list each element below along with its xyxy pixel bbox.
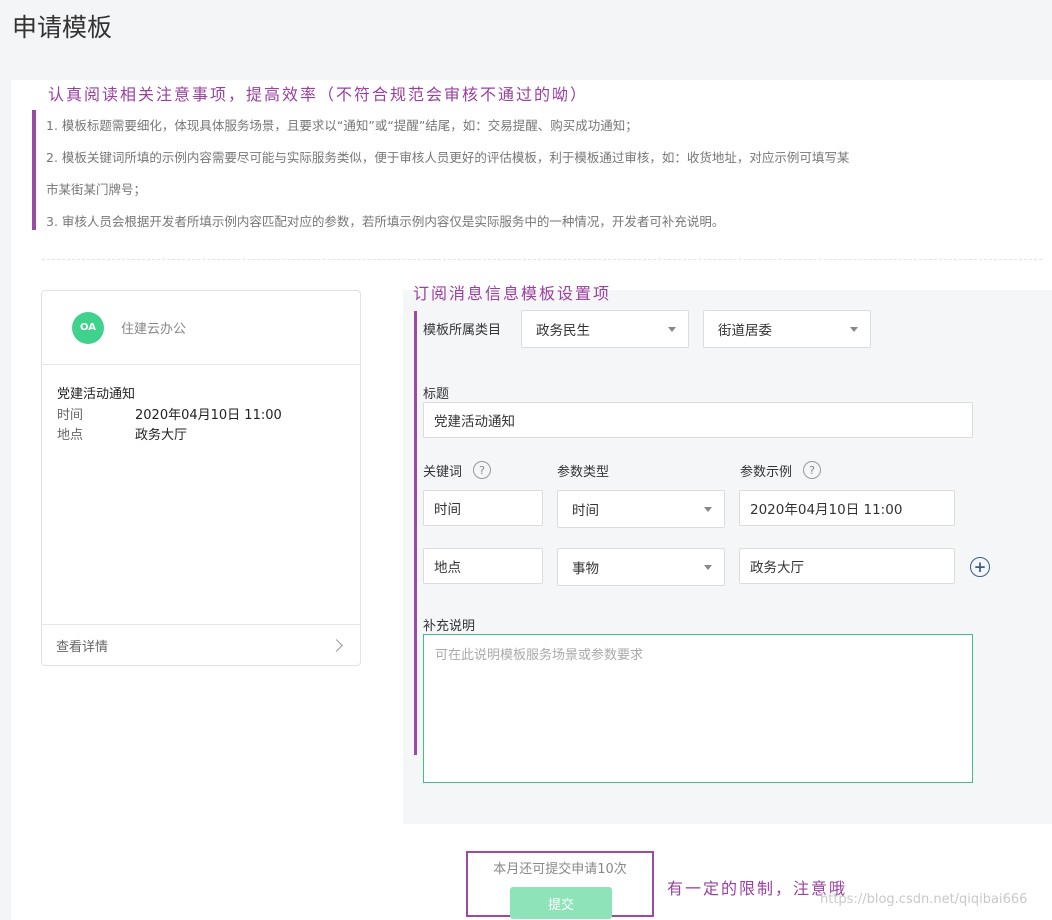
template-preview-card: OA 住建云办公 党建活动通知 时间 2020年04月10日 11:00 地点 … (41, 290, 361, 666)
param-type-select[interactable]: 时间 (557, 490, 725, 528)
supplement-textarea[interactable]: 可在此说明模板服务场景或参数要求 (423, 634, 973, 783)
keyword-help-icon[interactable]: ? (473, 461, 491, 479)
param-type-value: 时间 (572, 503, 599, 519)
submit-button[interactable]: 提交 (510, 887, 612, 919)
param-example-value: 2020年04月10日 11:00 (750, 502, 903, 518)
param-type-label: 参数类型 (557, 465, 610, 480)
chevron-right-icon (330, 638, 343, 652)
preview-row: 时间 2020年04月10日 11:00 (57, 406, 345, 426)
annotation-middle: 订阅消息信息模板设置项 (413, 284, 612, 303)
view-details-link[interactable]: 查看详情 (42, 624, 360, 665)
keyword-input-value: 地点 (434, 560, 461, 576)
param-example-value: 政务大厅 (750, 560, 804, 576)
preview-row-key: 时间 (57, 408, 84, 423)
title-input-value: 党建活动通知 (434, 414, 515, 430)
category-primary-select[interactable]: 政务民生 (521, 310, 689, 348)
keyword-input-value: 时间 (434, 502, 461, 518)
param-example-help-icon[interactable]: ? (803, 461, 821, 479)
preview-row: 地点 政务大厅 (57, 426, 345, 446)
title-input[interactable]: 党建活动通知 (423, 402, 973, 438)
keyword-input[interactable]: 地点 (423, 548, 543, 584)
note-item: 3. 审核人员会根据开发者所填示例内容匹配对应的参数，若所填示例内容仅是实际服务… (46, 214, 725, 229)
param-example-input[interactable]: 2020年04月10日 11:00 (739, 490, 955, 526)
caret-down-icon (704, 565, 712, 570)
preview-app-name: 住建云办公 (121, 322, 187, 337)
submit-area: 本月还可提交申请10次 提交 (466, 851, 654, 919)
caret-down-icon (850, 327, 858, 332)
note-item: 1. 模板标题需要细化，体现具体服务场景，且要求以“通知”或“提醒”结尾，如：交… (46, 118, 638, 133)
param-type-value: 事物 (572, 561, 599, 577)
view-details-label: 查看详情 (56, 639, 109, 655)
category-secondary-select[interactable]: 街道居委 (703, 310, 871, 348)
preview-row-key: 地点 (57, 428, 84, 443)
submit-quota: 本月还可提交申请10次 (493, 862, 627, 877)
caret-down-icon (704, 507, 712, 512)
caret-down-icon (668, 327, 676, 332)
note-item: 2. 模板关键词所填的示例内容需要尽可能与实际服务类似，便于审核人员更好的评估模… (46, 150, 850, 165)
app-avatar: OA (72, 311, 104, 344)
category-primary-value: 政务民生 (536, 323, 590, 339)
param-example-label: 参数示例 (740, 465, 793, 480)
page-title: 申请模板 (12, 13, 113, 42)
keyword-input[interactable]: 时间 (423, 490, 543, 526)
preview-row-value: 政务大厅 (135, 428, 188, 443)
add-keyword-icon[interactable]: + (970, 557, 990, 577)
category-secondary-value: 街道居委 (718, 323, 772, 339)
note-item: 市某街某门牌号； (46, 182, 147, 197)
divider (42, 259, 1042, 260)
notes-list: 1. 模板标题需要细化，体现具体服务场景，且要求以“通知”或“提醒”结尾，如：交… (32, 110, 962, 230)
highlight-bar (414, 311, 417, 755)
annotation-top: 认真阅读相关注意事项，提高效率（不符合规范会审核不通过的呦） (48, 85, 589, 104)
keyword-label: 关键词 (423, 465, 463, 480)
param-example-input[interactable]: 政务大厅 (739, 548, 955, 584)
param-type-select[interactable]: 事物 (557, 548, 725, 586)
preview-body: 党建活动通知 时间 2020年04月10日 11:00 地点 政务大厅 (42, 365, 360, 446)
watermark: https://blog.csdn.net/qiqibai666 (820, 892, 1028, 907)
category-label: 模板所属类目 (423, 323, 502, 338)
preview-row-value: 2020年04月10日 11:00 (135, 408, 282, 423)
supplement-label: 补充说明 (423, 619, 476, 634)
preview-title: 党建活动通知 (57, 387, 136, 402)
title-label: 标题 (423, 387, 450, 402)
preview-header: OA 住建云办公 (42, 291, 360, 365)
